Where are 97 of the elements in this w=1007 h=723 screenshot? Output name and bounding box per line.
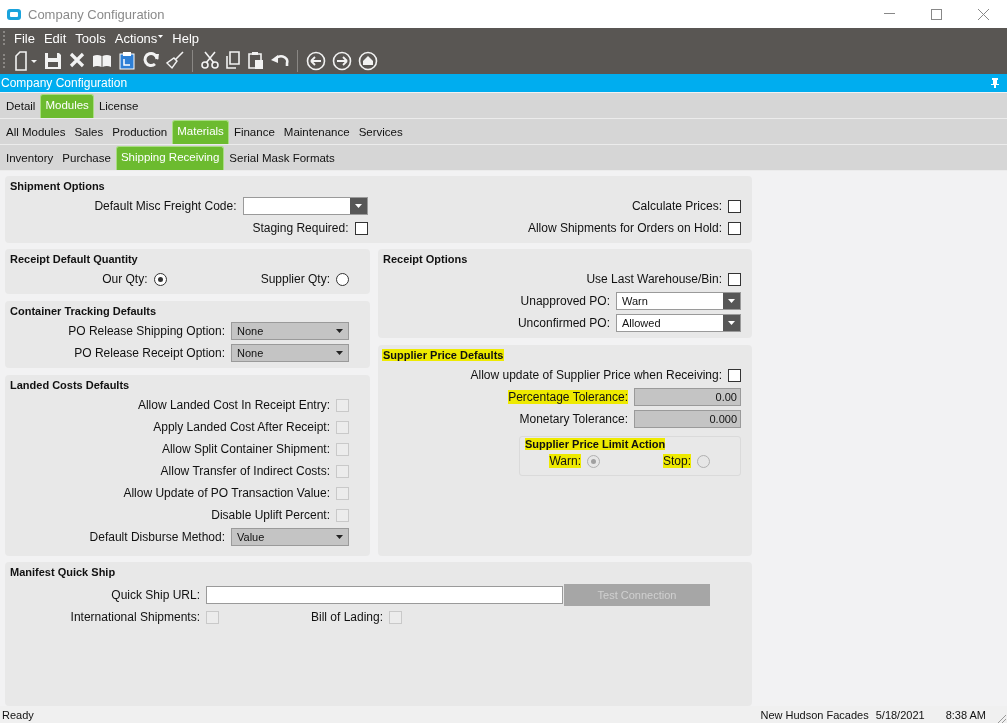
checkbox-label: Allow Update of PO Transaction Value: — [123, 486, 330, 500]
radio-label: Our Qty: — [102, 272, 148, 286]
pin-icon[interactable] — [991, 78, 999, 88]
cut-icon[interactable] — [201, 51, 219, 71]
input-field[interactable]: 0.000 — [634, 410, 741, 428]
tab[interactable]: License — [94, 96, 143, 116]
section-title: Supplier Price Defaults — [382, 349, 505, 361]
tab[interactable]: All Modules — [2, 122, 70, 142]
dropdown-field[interactable]: Allowed — [616, 314, 741, 332]
caret-icon[interactable] — [728, 299, 735, 303]
radio-label: Warn: — [549, 454, 581, 468]
minimize-icon[interactable] — [884, 13, 895, 15]
radio-button[interactable] — [153, 272, 167, 286]
status-time: 8:38 AM — [945, 708, 986, 721]
paste-icon[interactable] — [247, 51, 265, 71]
panel-title: Company Configuration — [1, 76, 128, 90]
checkbox[interactable] — [728, 221, 741, 235]
dropdown-field[interactable]: None — [231, 322, 349, 340]
forward-icon[interactable] — [332, 51, 352, 71]
section-title: Manifest Quick Ship — [9, 566, 117, 578]
field-label: Quick Ship URL: — [110, 588, 200, 602]
caret-icon[interactable] — [336, 535, 343, 539]
checkbox[interactable] — [728, 199, 741, 213]
tab[interactable]: Sales — [70, 122, 108, 142]
field-label: Monetary Tolerance: — [519, 412, 628, 426]
menu-item[interactable]: Actions — [114, 30, 164, 46]
save-icon[interactable] — [44, 51, 62, 71]
checkbox-label: Allow Split Container Shipment: — [161, 442, 330, 456]
checkbox-label: Apply Landed Cost After Receipt: — [153, 420, 330, 434]
radio-label: Supplier Qty: — [260, 272, 330, 286]
tab[interactable]: Detail — [2, 96, 40, 116]
checkbox[interactable] — [728, 368, 741, 382]
section-title: Landed Costs Defaults — [9, 379, 131, 391]
checkbox-label: Calculate Prices: — [631, 199, 722, 213]
radio-button[interactable] — [697, 454, 710, 468]
checkbox-label: Allow Transfer of Indirect Costs: — [160, 464, 330, 478]
input-field[interactable] — [206, 586, 563, 604]
field-label: PO Release Shipping Option: — [68, 324, 225, 338]
field-label: Unapproved PO: — [520, 294, 610, 308]
checkbox-label: Use Last Warehouse/Bin: — [586, 272, 722, 286]
status-date: 5/18/2021 — [875, 708, 925, 721]
section-title: Receipt Default Quantity — [9, 253, 139, 265]
section-title: Container Tracking Defaults — [9, 305, 158, 317]
caret-icon[interactable] — [354, 204, 362, 208]
checkbox-label: Disable Uplift Percent: — [211, 508, 330, 522]
tab[interactable]: Services — [354, 122, 407, 142]
back-icon[interactable] — [306, 51, 326, 71]
section-title: Shipment Options — [9, 180, 106, 192]
dropdown-field[interactable] — [242, 197, 368, 215]
tab[interactable]: Inventory — [2, 148, 58, 168]
field-label: PO Release Receipt Option: — [74, 346, 225, 360]
status-message: Ready — [2, 708, 35, 721]
dropdown-field[interactable]: Value — [231, 528, 349, 546]
tab[interactable]: Production — [108, 122, 172, 142]
checkbox-label: Staging Required: — [252, 221, 349, 235]
input-field[interactable]: 0.00 — [634, 388, 741, 406]
close-icon[interactable] — [978, 8, 989, 20]
tab[interactable]: Serial Mask Formats — [225, 148, 339, 168]
caret-icon[interactable] — [336, 329, 343, 333]
group-title: Supplier Price Limit Action — [525, 438, 666, 450]
checkbox-label: International Shipments: — [69, 610, 200, 624]
menu-item[interactable]: File — [14, 30, 35, 46]
window-title: Company Configuration — [28, 6, 165, 22]
radio-button[interactable] — [587, 454, 600, 468]
tab[interactable]: Purchase — [58, 148, 115, 168]
caret-icon — [158, 34, 164, 38]
dropdown-field[interactable]: Warn — [616, 292, 741, 310]
checkbox[interactable] — [354, 221, 368, 235]
clipboard-icon[interactable] — [118, 51, 136, 71]
checkbox[interactable] — [728, 272, 741, 286]
maximize-icon[interactable] — [931, 8, 942, 20]
tab[interactable]: Maintenance — [279, 122, 354, 142]
menu-item[interactable]: Edit — [43, 30, 67, 46]
new-document-icon[interactable] — [14, 51, 38, 71]
field-label: Default Misc Freight Code: — [94, 199, 237, 213]
caret-icon[interactable] — [336, 351, 343, 355]
copy-icon[interactable] — [225, 51, 241, 71]
section-title: Receipt Options — [382, 253, 469, 265]
radio-button[interactable] — [336, 272, 349, 286]
radio-label: Stop: — [662, 454, 691, 468]
caret-icon[interactable] — [728, 321, 735, 325]
checkbox-label: Bill of Lading: — [311, 610, 384, 624]
broom-icon[interactable] — [166, 51, 184, 71]
menu-item[interactable]: Help — [172, 30, 200, 46]
field-label: Percentage Tolerance: — [508, 390, 628, 404]
field-label: Default Disburse Method: — [89, 530, 225, 544]
checkbox-label: Allow Shipments for Orders on Hold: — [527, 221, 722, 235]
dropdown-field[interactable]: None — [231, 344, 349, 362]
menu-item[interactable]: Tools — [75, 30, 106, 46]
tab[interactable]: Finance — [229, 122, 279, 142]
app-icon — [7, 8, 21, 20]
checkbox-label: Allow Landed Cost In Receipt Entry: — [137, 398, 330, 412]
checkbox-label: Allow update of Supplier Price when Receiving: — [470, 368, 722, 382]
company-name: New Hudson Facades — [760, 708, 869, 721]
field-label: Unconfirmed PO: — [517, 316, 610, 330]
resize-grip-icon[interactable] — [998, 715, 1006, 723]
home-icon[interactable] — [358, 51, 378, 71]
